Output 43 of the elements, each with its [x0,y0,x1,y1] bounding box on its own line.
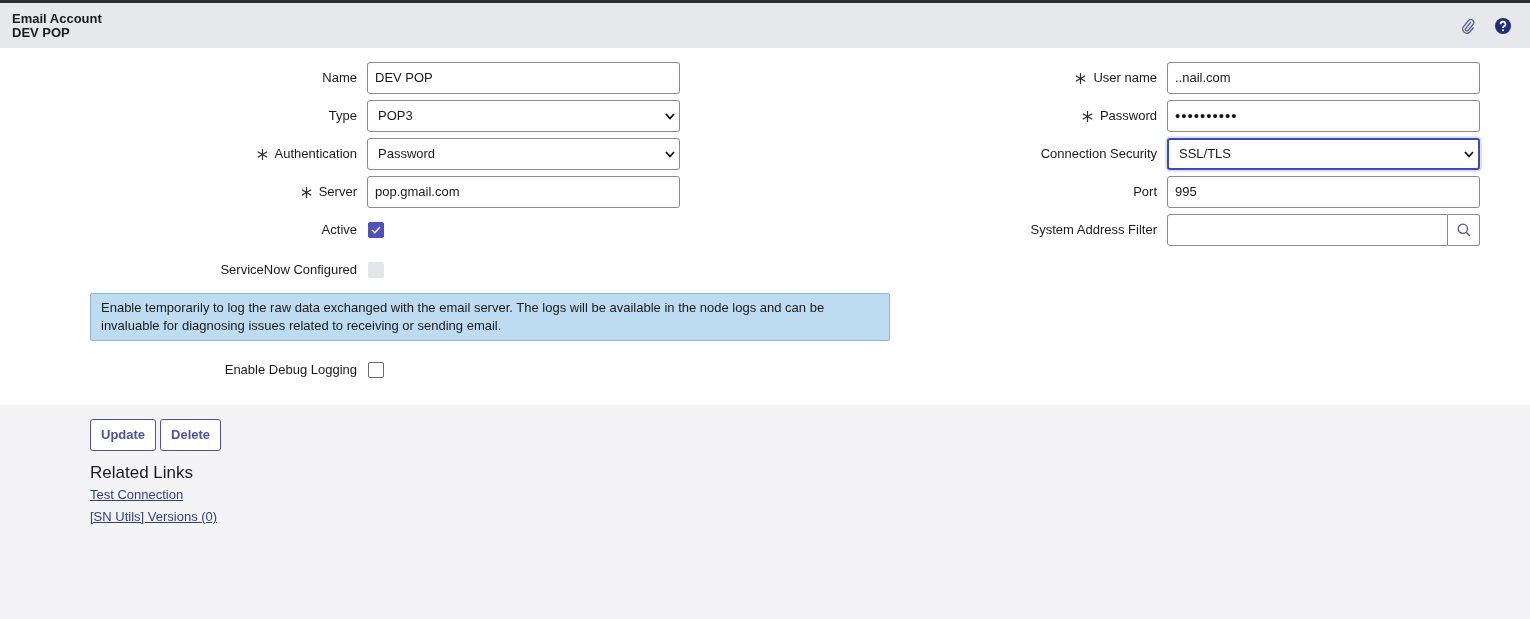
password-field[interactable]: •••••••••• [1167,100,1480,132]
form-button[interactable]: Update [90,419,157,451]
field-label: System Address Filter [1030,221,1157,240]
field-label: Port [1133,183,1157,202]
input-field[interactable]: 995 [1167,176,1480,208]
field-label: Connection Security [1040,145,1157,164]
checkbox[interactable] [368,362,384,378]
chevron-down-icon [665,112,675,120]
section-title: Related Links [90,462,194,484]
help-icon[interactable] [1495,17,1511,34]
related-link[interactable]: [SN Utils] Versions (0) [90,508,218,526]
required-asterisk-icon [1081,110,1093,122]
required-asterisk-icon [300,186,312,198]
form-button[interactable]: Delete [160,419,222,451]
field-label: Active [321,221,357,240]
input-field[interactable] [1167,214,1448,246]
required-asterisk-icon [256,148,268,160]
field-label: User name [1093,69,1157,88]
checkbox[interactable] [368,222,384,238]
field-label: Server [318,183,357,202]
input-field[interactable]: pop.gmail.com [367,176,680,208]
select-field[interactable]: POP3 [367,100,680,132]
header-title: Email Account [12,11,102,26]
check-icon [371,226,381,234]
paperclip-icon[interactable] [1461,17,1475,34]
chevron-down-icon [1464,150,1474,158]
field-label: ServiceNow Configured [220,261,357,280]
header-subtitle: DEV POP [12,25,71,40]
field-label: Password [1099,107,1157,126]
input-field[interactable]: ..nail.com [1167,62,1480,94]
search-button[interactable] [1448,214,1480,246]
related-link[interactable]: Test Connection [90,486,184,504]
field-label: Name [322,69,357,88]
field-label: Enable Debug Logging [224,361,357,380]
search-icon [1456,223,1471,237]
field-label: Authentication [274,145,357,164]
select-field[interactable]: Password [367,138,680,170]
chevron-down-icon [665,150,675,158]
required-asterisk-icon [1075,72,1087,84]
info-message: Enable temporarily to log the raw data exchanged with the email server. The logs will be available in the node logs and can be invaluable for diagnosing issues related to receiving or sending email. [90,293,890,341]
field-label: Type [328,107,357,126]
input-field[interactable]: DEV POP [367,62,680,94]
select-field[interactable]: SSL/TLS [1167,138,1480,170]
